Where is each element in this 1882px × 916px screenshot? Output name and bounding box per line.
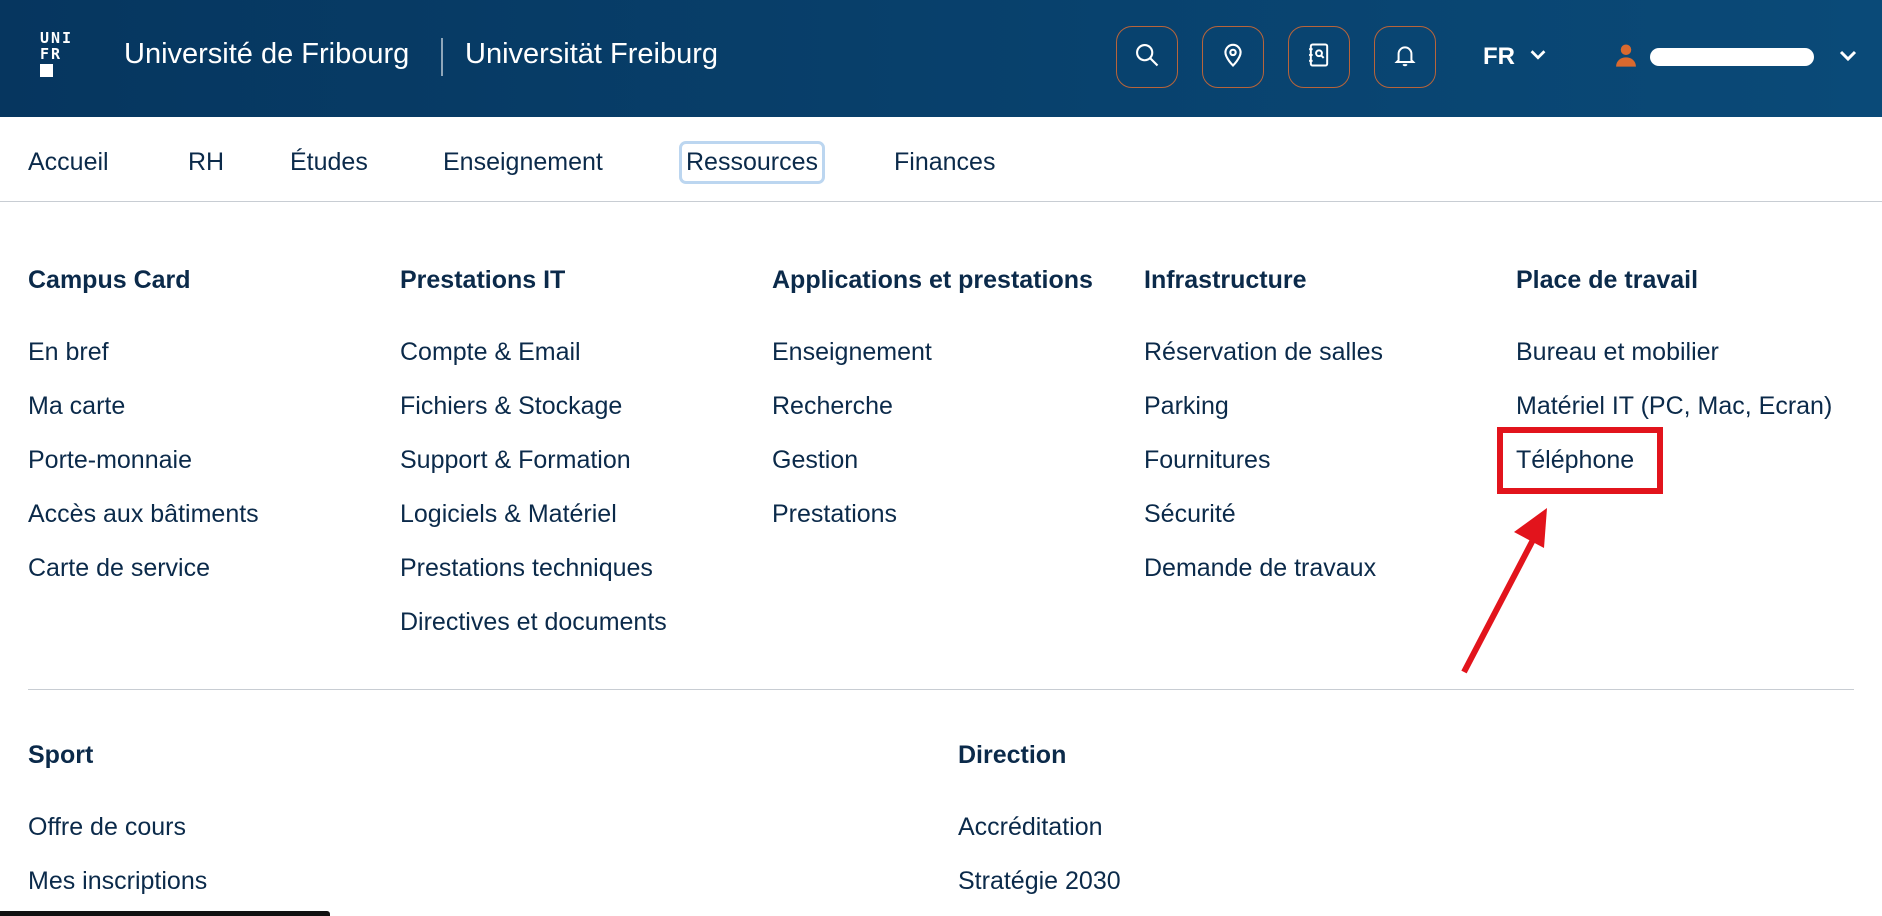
- column-title-prestations-it: Prestations IT: [400, 266, 566, 294]
- site-title-de[interactable]: Universität Freiburg: [465, 38, 718, 71]
- menu-link[interactable]: Matériel IT (PC, Mac, Ecran): [1516, 392, 1832, 421]
- logo-line-2: FR: [40, 45, 63, 63]
- menu-link[interactable]: En bref: [28, 338, 109, 367]
- site-header: UNI FR Université de Fribourg Universitä…: [0, 0, 1882, 117]
- menu-link[interactable]: Directives et documents: [400, 608, 667, 637]
- menu-link[interactable]: Offre de cours: [28, 813, 186, 842]
- menu-link[interactable]: Ma carte: [28, 392, 125, 421]
- title-divider: [441, 38, 443, 76]
- menu-link[interactable]: Fichiers & Stockage: [400, 392, 622, 421]
- search-button[interactable]: [1116, 26, 1178, 88]
- nav-item-enseignement[interactable]: Enseignement: [439, 144, 607, 181]
- menu-link[interactable]: Gestion: [772, 446, 858, 475]
- main-nav: Accueil RH Études Enseignement Ressource…: [0, 117, 1882, 202]
- location-pin-icon: [1219, 41, 1247, 74]
- site-title-fr[interactable]: Université de Fribourg: [124, 38, 409, 71]
- menu-link[interactable]: Demande de travaux: [1144, 554, 1376, 583]
- annotation-arrow-icon: [1461, 508, 1547, 674]
- annotation-highlight-box: [1497, 427, 1663, 494]
- column-title-campus-card: Campus Card: [28, 266, 191, 294]
- directory-button[interactable]: [1288, 26, 1350, 88]
- bell-icon: [1391, 41, 1419, 74]
- chevron-down-icon: [1824, 43, 1860, 72]
- user-icon: [1612, 41, 1640, 74]
- column-title-applications: Applications et prestations: [772, 266, 1093, 294]
- language-selector[interactable]: FR: [1483, 40, 1549, 74]
- menu-divider: [28, 689, 1854, 690]
- search-icon: [1133, 41, 1161, 74]
- menu-link[interactable]: Carte de service: [28, 554, 210, 583]
- menu-link[interactable]: Sécurité: [1144, 500, 1236, 529]
- menu-link[interactable]: Support & Formation: [400, 446, 631, 475]
- logo-square: [40, 64, 53, 77]
- menu-link[interactable]: Fournitures: [1144, 446, 1270, 475]
- logo-line-1: UNI: [40, 29, 74, 47]
- menu-link[interactable]: Réservation de salles: [1144, 338, 1383, 367]
- menu-link[interactable]: Compte & Email: [400, 338, 581, 367]
- menu-link[interactable]: Mes inscriptions: [28, 867, 207, 896]
- map-button[interactable]: [1202, 26, 1264, 88]
- bottom-edge-bar: [0, 911, 330, 916]
- menu-link[interactable]: Prestations: [772, 500, 897, 529]
- menu-link[interactable]: Enseignement: [772, 338, 932, 367]
- column-title-direction: Direction: [958, 741, 1067, 769]
- column-title-place-de-travail: Place de travail: [1516, 266, 1699, 294]
- column-title-infrastructure: Infrastructure: [1144, 266, 1307, 294]
- unifr-logo[interactable]: UNI FR: [40, 30, 86, 84]
- menu-link[interactable]: Logiciels & Matériel: [400, 500, 617, 529]
- menu-link[interactable]: Accès aux bâtiments: [28, 500, 259, 529]
- directory-icon: [1305, 41, 1333, 74]
- nav-item-accueil[interactable]: Accueil: [24, 144, 113, 181]
- user-menu[interactable]: [1612, 40, 1860, 74]
- menu-link[interactable]: Stratégie 2030: [958, 867, 1121, 896]
- menu-link[interactable]: Bureau et mobilier: [1516, 338, 1719, 367]
- language-label: FR: [1483, 43, 1515, 70]
- menu-link[interactable]: Recherche: [772, 392, 893, 421]
- nav-item-etudes[interactable]: Études: [286, 144, 372, 181]
- redacted-username: [1650, 48, 1814, 66]
- menu-link[interactable]: Prestations techniques: [400, 554, 653, 583]
- menu-link[interactable]: Accréditation: [958, 813, 1103, 842]
- column-title-sport: Sport: [28, 741, 94, 769]
- nav-item-finances[interactable]: Finances: [890, 144, 999, 181]
- notifications-button[interactable]: [1374, 26, 1436, 88]
- menu-link[interactable]: Porte-monnaie: [28, 446, 192, 475]
- nav-item-rh[interactable]: RH: [184, 144, 228, 181]
- nav-item-ressources[interactable]: Ressources: [679, 141, 825, 184]
- menu-link[interactable]: Parking: [1144, 392, 1229, 421]
- chevron-down-icon: [1527, 43, 1549, 72]
